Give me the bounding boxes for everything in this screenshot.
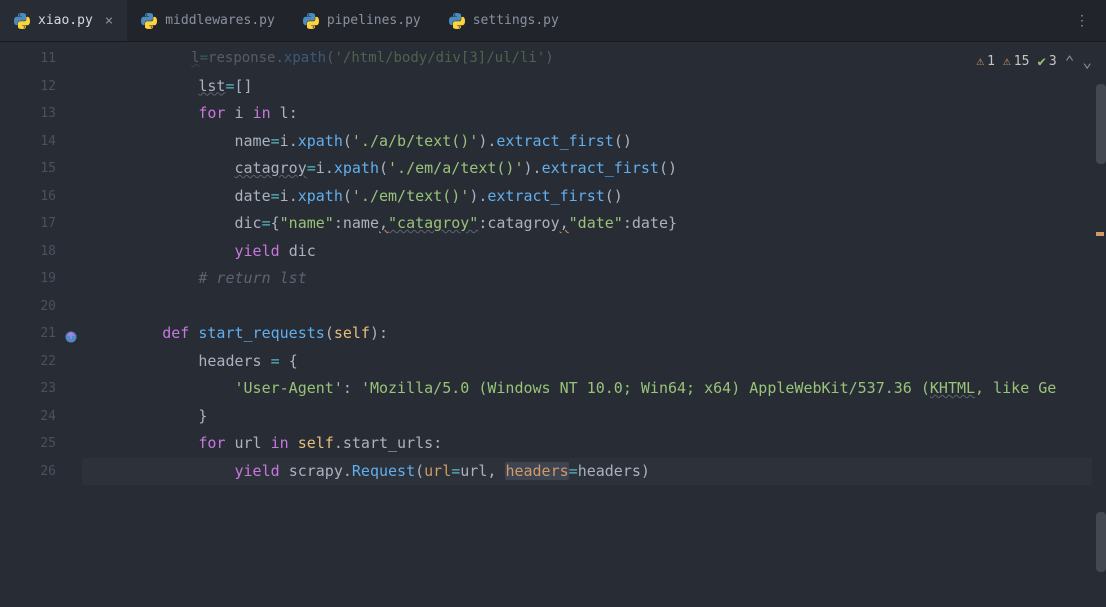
line-number[interactable]: 12 xyxy=(0,73,82,101)
line-number[interactable]: 25 xyxy=(0,430,82,458)
editor: ⚠1 ⚠15 ✔3 ⌃ ⌄ 11121314151617181920212223… xyxy=(0,42,1106,607)
code-line-current[interactable]: yield scrapy.Request(url=url, headers=he… xyxy=(82,458,1106,486)
code-area[interactable]: l=response.xpath('/html/body/div[3]/ul/l… xyxy=(82,42,1106,607)
line-number[interactable]: 17 xyxy=(0,210,82,238)
warning-count-2[interactable]: ⚠15 xyxy=(1003,54,1029,69)
code-line[interactable]: yield dic xyxy=(82,238,1106,266)
line-number[interactable]: 14 xyxy=(0,128,82,156)
code-line[interactable]: name=i.xpath('./a/b/text()').extract_fir… xyxy=(82,128,1106,156)
code-line[interactable]: l=response.xpath('/html/body/div[3]/ul/l… xyxy=(82,45,1106,73)
code-line[interactable]: date=i.xpath('./em/text()').extract_firs… xyxy=(82,183,1106,211)
line-number[interactable]: 24 xyxy=(0,403,82,431)
override-icon[interactable] xyxy=(64,327,78,341)
code-line[interactable]: def start_requests(self): xyxy=(82,320,1106,348)
close-icon[interactable]: × xyxy=(105,13,113,29)
code-line[interactable] xyxy=(82,293,1106,321)
tab-label: settings.py xyxy=(473,13,559,28)
code-line[interactable]: dic={"name":name,"catagroy":catagroy,"da… xyxy=(82,210,1106,238)
gutter: 11121314151617181920212223242526 xyxy=(0,42,82,607)
nav-up-icon[interactable]: ⌃ xyxy=(1065,52,1075,71)
tab-xiao[interactable]: xiao.py × xyxy=(0,0,127,41)
code-line[interactable]: 'User-Agent': 'Mozilla/5.0 (Windows NT 1… xyxy=(82,375,1106,403)
warning-count-1[interactable]: ⚠1 xyxy=(976,54,995,69)
line-number[interactable]: 15 xyxy=(0,155,82,183)
warning-icon: ⚠ xyxy=(1003,54,1011,69)
python-icon xyxy=(14,13,30,29)
line-number[interactable]: 26 xyxy=(0,458,82,486)
code-line[interactable]: for url in self.start_urls: xyxy=(82,430,1106,458)
line-number[interactable]: 20 xyxy=(0,293,82,321)
tabs-bar: xiao.py × middlewares.py pipelines.py se… xyxy=(0,0,1106,42)
inspections-widget[interactable]: ⚠1 ⚠15 ✔3 ⌃ ⌄ xyxy=(976,52,1092,71)
tab-middlewares[interactable]: middlewares.py xyxy=(127,0,289,41)
line-number[interactable]: 16 xyxy=(0,183,82,211)
tab-label: middlewares.py xyxy=(165,13,275,28)
typo-count[interactable]: ✔3 xyxy=(1037,54,1056,70)
warning-icon: ⚠ xyxy=(976,54,984,69)
tab-label: xiao.py xyxy=(38,13,93,28)
code-line[interactable]: } xyxy=(82,403,1106,431)
line-number[interactable]: 22 xyxy=(0,348,82,376)
more-icon[interactable]: ⋮ xyxy=(1069,7,1096,35)
line-number[interactable]: 18 xyxy=(0,238,82,266)
line-number[interactable]: 19 xyxy=(0,265,82,293)
tab-pipelines[interactable]: pipelines.py xyxy=(289,0,435,41)
line-number[interactable]: 11 xyxy=(0,45,82,73)
tab-settings[interactable]: settings.py xyxy=(435,0,573,41)
python-icon xyxy=(141,13,157,29)
code-line[interactable]: catagroy=i.xpath('./em/a/text()').extrac… xyxy=(82,155,1106,183)
tab-label: pipelines.py xyxy=(327,13,421,28)
python-icon xyxy=(303,13,319,29)
code-line[interactable]: # return lst xyxy=(82,265,1106,293)
python-icon xyxy=(449,13,465,29)
code-line[interactable]: headers = { xyxy=(82,348,1106,376)
code-line[interactable]: for i in l: xyxy=(82,100,1106,128)
check-icon: ✔ xyxy=(1037,54,1045,70)
code-line[interactable]: lst=[] xyxy=(82,73,1106,101)
scrollbar[interactable] xyxy=(1092,42,1106,607)
line-number[interactable]: 21 xyxy=(0,320,82,348)
line-number[interactable]: 23 xyxy=(0,375,82,403)
nav-down-icon[interactable]: ⌄ xyxy=(1082,52,1092,71)
line-number[interactable]: 13 xyxy=(0,100,82,128)
